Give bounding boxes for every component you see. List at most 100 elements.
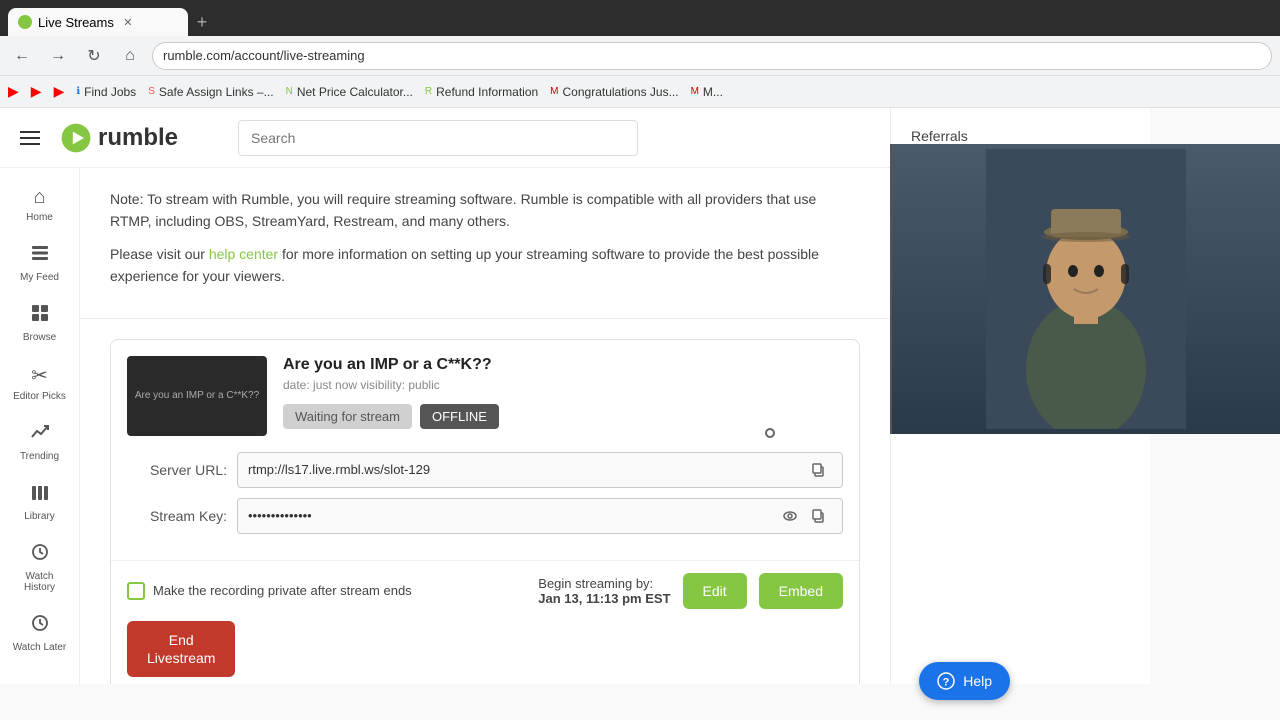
hamburger-menu[interactable] [20,131,40,145]
bookmark-refund[interactable]: R Refund Information [425,85,538,99]
hamburger-line [20,137,40,139]
stream-key-input[interactable]: •••••••••••••• [237,498,843,534]
webcam-video [892,144,1280,434]
bookmark-safe-assign[interactable]: S Safe Assign Links –... [148,85,273,99]
rumble-sidebar: ⌂ Home My Feed Browse ✂ Ed [0,168,80,684]
hamburger-line [20,131,40,133]
tab-favicon [18,15,32,29]
editor-icon: ✂ [31,363,48,388]
stream-fields: Server URL: rtmp://ls17.live.rmbl.ws/slo… [111,452,859,560]
forward-button[interactable]: → [44,42,72,70]
stream-card-inner: Are you an IMP or a C**K?? Are you an IM… [111,340,859,452]
sidebar-label: Editor Picks [13,391,66,402]
address-text: rumble.com/account/live-streaming [163,48,365,63]
new-tab-button[interactable]: + [188,8,216,36]
thumbnail-text: Are you an IMP or a C**K?? [135,390,259,401]
search-bar[interactable] [238,120,638,156]
note-text-2: Please visit our help center for more in… [110,243,860,288]
sidebar-item-home[interactable]: ⌂ Home [5,178,75,231]
edit-button[interactable]: Edit [683,573,747,609]
note-text-1: Note: To stream with Rumble, you will re… [110,188,860,233]
sidebar-label: Library [24,511,55,522]
private-recording-checkbox[interactable] [127,582,145,600]
copy-stream-key-button[interactable] [804,502,832,530]
help-button[interactable]: ? Help [919,662,1010,700]
bookmark-youtube1[interactable]: ▶ [8,83,19,100]
rumble-page: rumble ⌂ Home My Feed [0,108,890,684]
embed-button[interactable]: Embed [759,573,843,609]
stream-title-1: Are you an IMP or a C**K?? [283,356,843,374]
begin-streaming-info: Begin streaming by: Jan 13, 11:13 pm EST [538,576,670,606]
sidebar-item-myfeed[interactable]: My Feed [5,235,75,291]
sidebar-label: My Feed [20,272,59,283]
private-recording-row: Make the recording private after stream … [127,582,412,600]
bookmark-youtube2[interactable]: ▶ [31,83,42,100]
home-button[interactable]: ⌂ [116,42,144,70]
rumble-logo-icon [60,122,92,154]
sidebar-item-trending[interactable]: Trending [5,414,75,470]
stream-info-1: Are you an IMP or a C**K?? date: just no… [283,356,843,429]
bookmark-m[interactable]: M M... [691,85,723,99]
sidebar-label: Browse [23,332,56,343]
bookmark-label: Net Price Calculator... [297,85,413,99]
bookmark-find-jobs[interactable]: ℹ Find Jobs [76,85,136,99]
hamburger-line [20,143,40,145]
main-content: Note: To stream with Rumble, you will re… [80,168,890,684]
offline-badge: OFFLINE [420,404,499,429]
stream-status-row-1: Waiting for stream OFFLINE [283,404,843,429]
sidebar-item-browse[interactable]: Browse [5,295,75,351]
rumble-logo-text: rumble [98,124,178,152]
tab-close-button[interactable]: ✕ [120,14,136,30]
feed-icon [30,243,50,269]
webcam-overlay [890,144,1280,434]
history-icon [30,542,50,568]
home-icon: ⌂ [33,186,45,209]
rumble-topbar: rumble [0,108,890,168]
browser-nav: ← → ↻ ⌂ rumble.com/account/live-streamin… [0,36,1280,76]
browser-tab-bar: Live Streams ✕ + [0,0,1280,36]
bookmark-label: Safe Assign Links –... [159,85,274,99]
bookmark-net-price[interactable]: N Net Price Calculator... [286,85,413,99]
rumble-logo[interactable]: rumble [60,122,178,154]
sidebar-label: Watch History [11,571,69,593]
copy-server-url-button[interactable] [804,456,832,484]
help-icon: ? [937,672,955,690]
search-input[interactable] [251,130,625,146]
stream-key-value: •••••••••••••• [248,508,776,523]
server-url-input[interactable]: rtmp://ls17.live.rmbl.ws/slot-129 [237,452,843,488]
help-center-link[interactable]: help center [209,246,278,262]
stream-thumbnail-1: Are you an IMP or a C**K?? [127,356,267,436]
sidebar-item-history[interactable]: Watch History [5,534,75,601]
bookmarks-bar: ▶ ▶ ▶ ℹ Find Jobs S Safe Assign Links –.… [0,76,1280,108]
begin-date: Jan 13, 11:13 pm EST [538,591,670,606]
sidebar-label: Home [26,212,53,223]
svg-text:?: ? [943,677,950,689]
bookmark-youtube3[interactable]: ▶ [54,83,65,100]
stream-key-label: Stream Key: [127,508,227,524]
bookmark-congratulations[interactable]: M Congratulations Jus... [550,85,678,99]
end-livestream-button[interactable]: EndLivestream [127,621,235,677]
toggle-key-visibility-button[interactable] [776,502,804,530]
stream-footer: Make the recording private after stream … [111,560,859,684]
stream-key-row: Stream Key: •••••••••••••• [127,498,843,534]
stream-meta-1: date: just now visibility: public [283,378,843,392]
reload-button[interactable]: ↻ [80,42,108,70]
sidebar-item-later[interactable]: Watch Later [5,605,75,661]
private-recording-label: Make the recording private after stream … [153,583,412,598]
waiting-badge: Waiting for stream [283,404,412,429]
tab-title: Live Streams [38,15,114,30]
server-url-label: Server URL: [127,462,227,478]
library-icon [30,482,50,508]
bookmark-label: Find Jobs [84,85,136,99]
trending-icon [30,422,50,448]
sidebar-item-editor[interactable]: ✂ Editor Picks [5,355,75,410]
browse-icon [30,303,50,329]
back-button[interactable]: ← [8,42,36,70]
server-url-value: rtmp://ls17.live.rmbl.ws/slot-129 [248,462,804,477]
address-bar[interactable]: rumble.com/account/live-streaming [152,42,1272,70]
bookmark-label: M... [703,85,723,99]
active-tab[interactable]: Live Streams ✕ [8,8,188,36]
person-silhouette [986,149,1186,429]
sidebar-label: Watch Later [13,642,67,653]
sidebar-item-library[interactable]: Library [5,474,75,530]
